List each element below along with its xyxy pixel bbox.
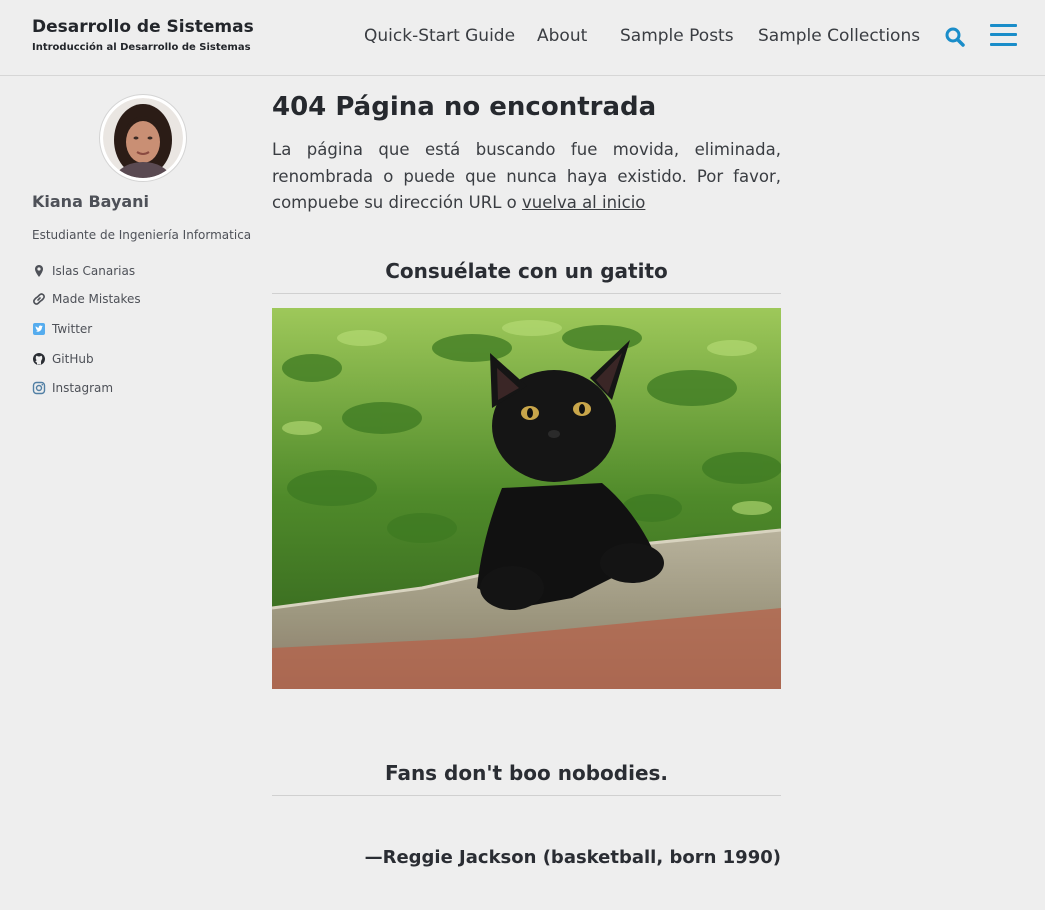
- page-description: La página que está buscando fue movida, …: [272, 137, 781, 217]
- quote-author: —Reggie Jackson (basketball, born 1990): [364, 847, 781, 868]
- author-location-label: Islas Canarias: [52, 264, 136, 278]
- site-subtitle: Introducción al Desarrollo de Sistemas: [32, 42, 251, 53]
- kitten-image: [271, 308, 782, 689]
- search-icon: [945, 27, 965, 47]
- search-button[interactable]: [943, 25, 967, 49]
- github-icon: [33, 353, 45, 365]
- nav-item-sample-collections[interactable]: Sample Collections: [758, 26, 920, 46]
- hamburger-menu-icon: [990, 24, 1017, 27]
- kitten-heading: Consuélate con un gatito: [272, 259, 781, 294]
- author-link-label: Made Mistakes: [52, 292, 141, 306]
- hamburger-line: [990, 43, 1017, 46]
- masthead: Desarrollo de Sistemas Introducción al D…: [0, 0, 1045, 76]
- link-icon: [33, 293, 45, 305]
- quote-text: Fans don't boo nobodies.: [272, 761, 781, 796]
- author-bio: Estudiante de Ingeniería Informatica: [32, 228, 252, 242]
- instagram-icon: [32, 381, 46, 395]
- hamburger-line: [990, 33, 1017, 36]
- author-link-label: Twitter: [52, 322, 93, 336]
- author-link-made-mistakes[interactable]: Made Mistakes: [32, 290, 141, 308]
- author-link-instagram[interactable]: Instagram: [32, 379, 113, 397]
- author-link-github[interactable]: GitHub: [32, 350, 94, 368]
- author-link-label: GitHub: [52, 352, 94, 366]
- nav-item-sample-posts[interactable]: Sample Posts: [620, 26, 734, 46]
- page-title: 404 Página no encontrada: [272, 92, 657, 122]
- author-name: Kiana Bayani: [32, 192, 150, 211]
- nav-item-about[interactable]: About: [537, 26, 587, 46]
- author-link-twitter[interactable]: Twitter: [32, 320, 92, 338]
- home-link[interactable]: vuelva al inicio: [522, 193, 645, 212]
- map-marker-icon: [35, 265, 43, 277]
- site-title[interactable]: Desarrollo de Sistemas: [32, 17, 254, 37]
- author-link-label: Instagram: [52, 381, 114, 395]
- nav-item-quick-start-guide[interactable]: Quick-Start Guide: [364, 26, 515, 46]
- author-location: Islas Canarias: [32, 262, 135, 280]
- menu-toggle-button[interactable]: [990, 24, 1017, 48]
- avatar: [99, 94, 187, 182]
- twitter-icon: [33, 323, 45, 335]
